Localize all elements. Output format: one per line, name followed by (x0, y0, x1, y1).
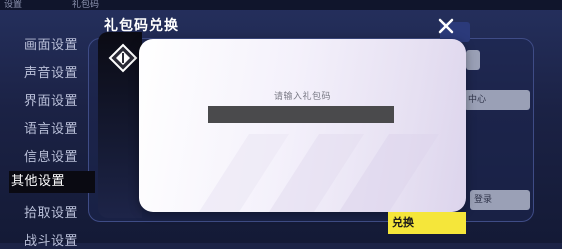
settings-side-menu: 画面设置 声音设置 界面设置 语言设置 信息设置 其他设置 拾取设置 战斗设置 (0, 0, 100, 249)
close-icon (438, 18, 454, 34)
redeem-dialog-panel: 请输入礼包码 (139, 39, 466, 212)
background-bind-label: 登录 (474, 195, 493, 205)
dialog-title: 礼包码兑换 (104, 18, 179, 34)
side-item-pickup[interactable]: 拾取设置 (24, 202, 78, 221)
background-bind-button[interactable]: 登录 (470, 190, 530, 210)
side-item-info[interactable]: 信息设置 (24, 146, 78, 165)
redeem-button[interactable]: 兑换 (388, 212, 466, 234)
side-item-combat[interactable]: 战斗设置 (24, 230, 78, 249)
redeem-prompt: 请输入礼包码 (273, 92, 331, 102)
gift-code-input[interactable] (208, 106, 394, 123)
gift-diamond-icon (108, 43, 138, 73)
panel-decoration (199, 134, 439, 212)
side-item-graphics[interactable]: 画面设置 (24, 34, 78, 53)
side-item-other[interactable]: 其他设置 (9, 171, 95, 193)
background-side-button[interactable] (466, 50, 480, 70)
background-center-label: 中心 (468, 95, 487, 105)
side-item-language[interactable]: 语言设置 (24, 118, 78, 137)
side-item-sound[interactable]: 声音设置 (24, 62, 78, 81)
close-button[interactable] (433, 14, 459, 38)
background-center-button[interactable]: 中心 (464, 90, 530, 110)
side-item-interface[interactable]: 界面设置 (24, 90, 78, 109)
